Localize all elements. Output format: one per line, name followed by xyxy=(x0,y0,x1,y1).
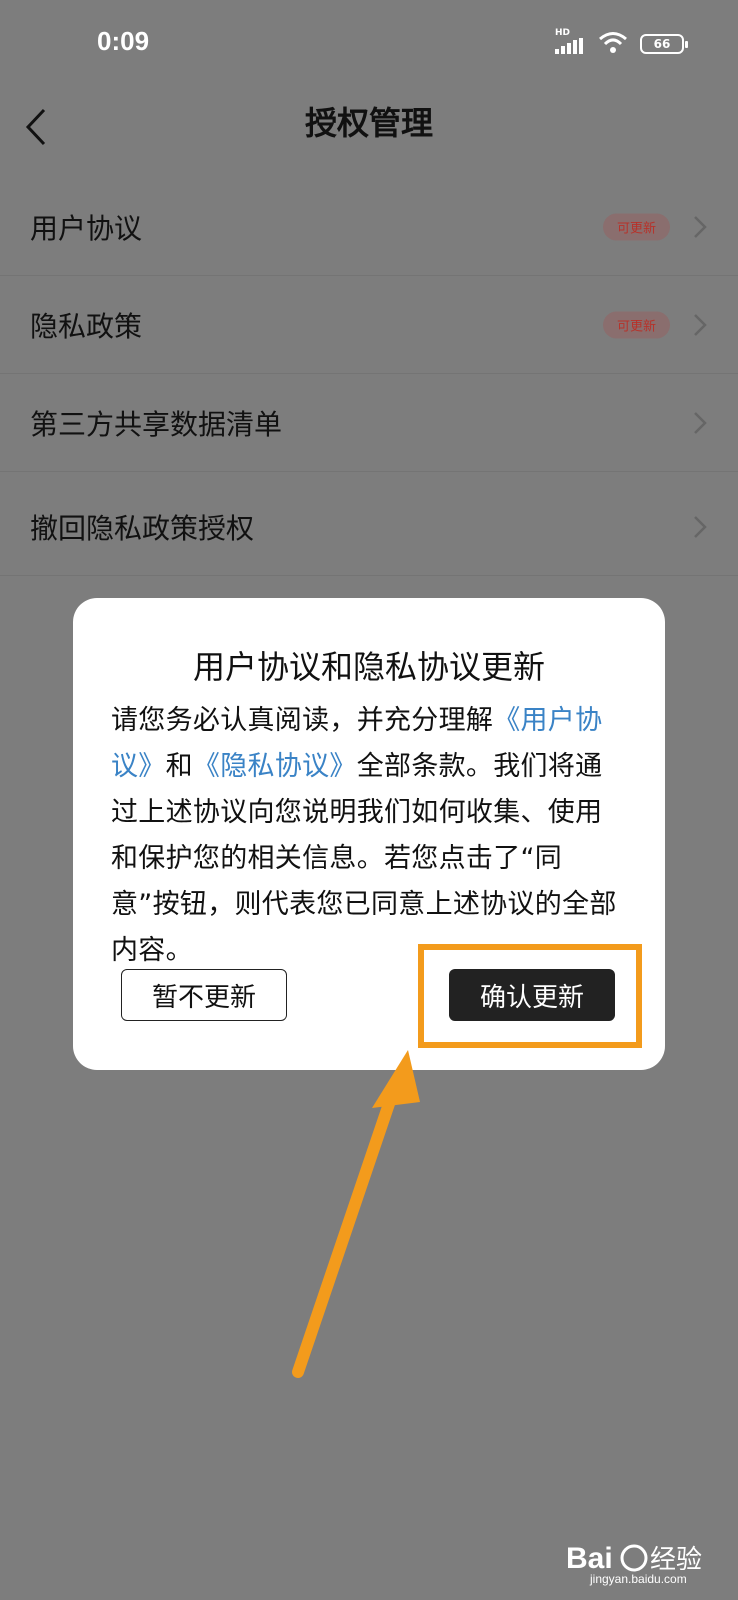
svg-text:Bai: Bai xyxy=(566,1542,613,1575)
wifi-icon xyxy=(599,32,627,53)
update-badge: 可更新 xyxy=(602,213,670,240)
list-item-label: 用户协议 xyxy=(30,211,143,245)
signal-icon xyxy=(555,38,583,54)
list-item-label: 撤回隐私政策授权 xyxy=(30,511,255,545)
list-item-revoke-authorization[interactable]: 撤回隐私政策授权 xyxy=(0,478,738,576)
body-text: 请您务必认真阅读，并充分理解 xyxy=(111,705,494,736)
svg-text:经验: 经验 xyxy=(650,1545,702,1575)
status-time: 0:09 xyxy=(97,26,150,56)
chevron-right-icon xyxy=(694,515,707,538)
highlight-box xyxy=(418,944,642,1048)
settings-list: 用户协议 可更新 隐私政策 可更新 第三方共享数据清单 撤回隐私政策授权 xyxy=(0,178,738,576)
page-title: 授权管理 xyxy=(304,104,433,142)
battery-icon: 66 xyxy=(640,34,688,54)
list-item-privacy-policy[interactable]: 隐私政策 可更新 xyxy=(0,276,738,374)
privacy-agreement-link[interactable]: 《隐私协议》 xyxy=(193,751,357,782)
chevron-right-icon xyxy=(694,215,707,238)
list-item-user-agreement[interactable]: 用户协议 可更新 xyxy=(0,178,738,276)
dialog-title: 用户协议和隐私协议更新 xyxy=(192,648,545,686)
cancel-update-button[interactable]: 暂不更新 xyxy=(121,969,287,1021)
list-item-label: 隐私政策 xyxy=(30,309,143,343)
header: 授权管理 xyxy=(0,90,738,170)
chevron-right-icon xyxy=(694,411,707,434)
watermark-url: jingyan.baidu.com xyxy=(590,1572,687,1586)
update-badge: 可更新 xyxy=(602,311,670,338)
list-item-third-party-data[interactable]: 第三方共享数据清单 xyxy=(0,374,738,472)
network-type-label: HD xyxy=(555,28,571,38)
body-text: 和 xyxy=(165,751,193,782)
dialog-body: 请您务必认真阅读，并充分理解《用户协议》和《隐私协议》全部条款。我们将通过上述协… xyxy=(111,698,626,974)
list-item-label: 第三方共享数据清单 xyxy=(30,407,283,441)
body-text: 全部条款。我们将通过上述协议向您说明我们如何收集、使用和保护您的相关信息。若您点… xyxy=(111,751,617,966)
status-bar: 0:09 HD 66 xyxy=(0,0,738,90)
chevron-right-icon xyxy=(694,313,707,336)
